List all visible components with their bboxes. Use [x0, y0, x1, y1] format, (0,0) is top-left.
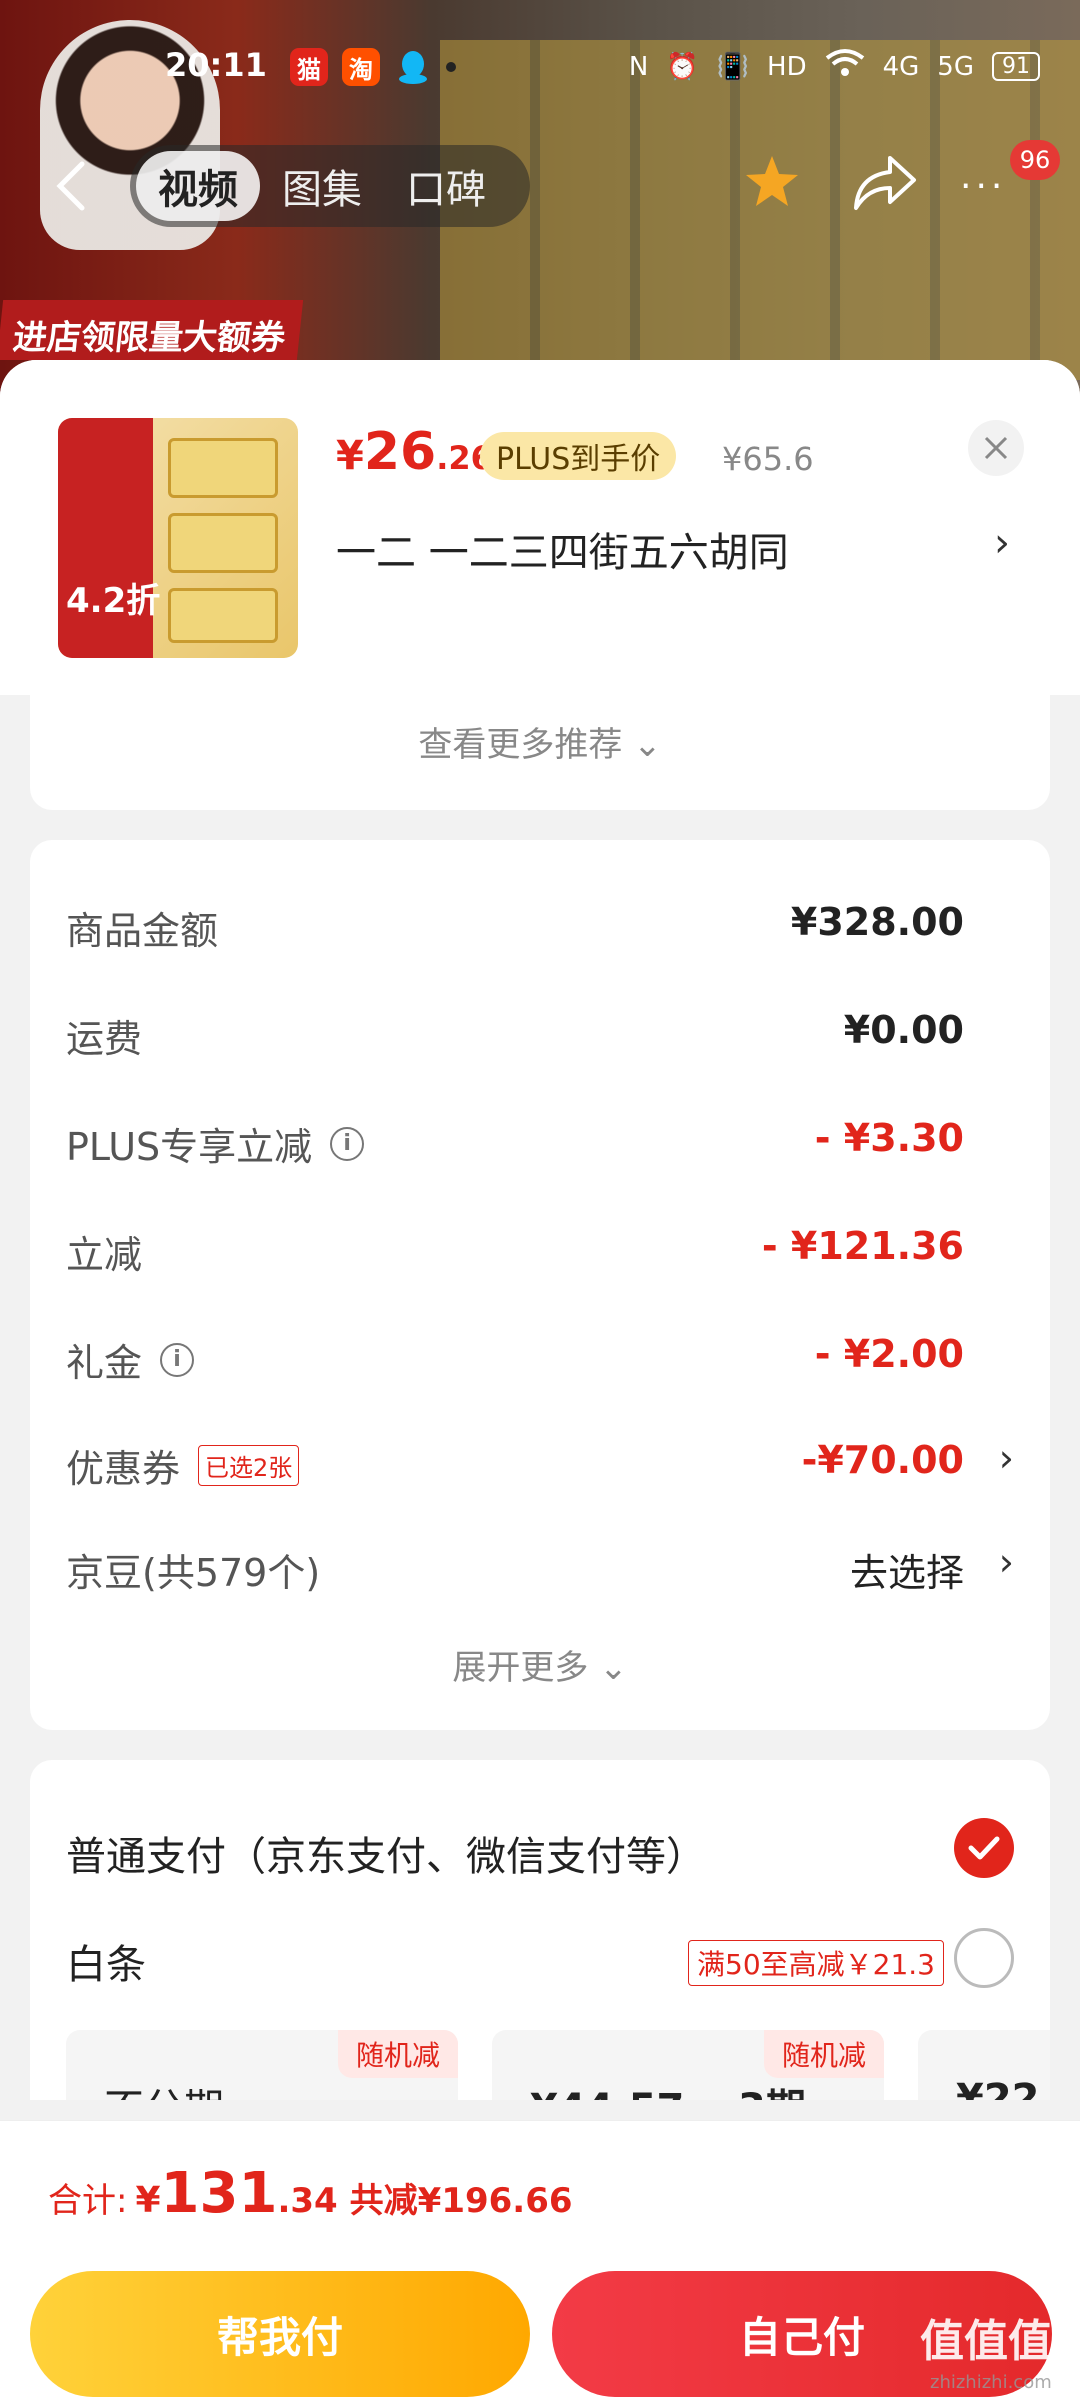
total-saved: 共减¥196.66 [349, 2181, 573, 2221]
payment-methods: 普通支付（京东支付、微信支付等） 白条 满50至高减￥21.3 随机减 不分期 … [30, 1760, 1050, 2100]
info-icon[interactable]: i [330, 1126, 365, 1161]
notification-dot-icon [446, 62, 456, 72]
vibrate-icon: 📳 [716, 51, 750, 82]
chevron-right-icon: › [998, 1436, 1014, 1480]
tab-gallery[interactable]: 图集 [260, 151, 384, 221]
tmall-icon: 猫 [290, 48, 328, 86]
see-more-recommendations[interactable]: 查看更多推荐 ⌄ [30, 717, 1050, 766]
payment-normal-radio[interactable] [954, 1818, 1014, 1878]
more-button[interactable]: ··· [960, 166, 1006, 207]
fee-row-jingdou[interactable]: 京豆(共579个) 去选择 › [66, 1532, 1014, 1602]
expand-more-button[interactable]: 展开更多 ⌄ [30, 1640, 1050, 1689]
signal-5g-icon: 5G [937, 51, 974, 82]
battery-icon: 91 [992, 52, 1040, 81]
thumbnail-discount: 4.2折 [66, 581, 161, 621]
fee-row-shipping: 运费 ¥0.00 [66, 1008, 964, 1061]
info-icon[interactable]: i [160, 1342, 195, 1377]
chevron-left-icon [56, 161, 85, 211]
status-app-icons: 猫 淘 [290, 48, 456, 86]
payment-baitiao-radio[interactable] [954, 1928, 1014, 1988]
status-time: 20:11 [165, 46, 267, 84]
message-badge: 96 [1010, 140, 1060, 180]
back-button[interactable] [52, 158, 96, 218]
promo-banner: 进店领限量大额券 [0, 300, 304, 360]
fee-row-goods: 商品金额 ¥328.00 [66, 900, 964, 953]
payment-normal-label[interactable]: 普通支付（京东支付、微信支付等） [66, 1824, 706, 1882]
coupon-count-badge: 已选2张 [198, 1445, 300, 1486]
original-price: ¥65.6 [722, 440, 814, 478]
recommend-section: 查看更多推荐 ⌄ [30, 695, 1050, 810]
plus-price-tag: PLUS到手价 [480, 432, 677, 480]
favorite-button[interactable] [742, 152, 802, 212]
fee-row-plus-discount: PLUS专享立减 i - ¥3.30 [66, 1116, 964, 1169]
installment-plan-none[interactable]: 随机减 不分期 [66, 2030, 458, 2100]
media-tabs: 视频 图集 口碑 [130, 145, 530, 227]
tab-video[interactable]: 视频 [136, 151, 260, 221]
star-icon [746, 156, 798, 206]
order-total: 合计: ¥ 131 .34 共减¥196.66 [48, 2161, 573, 2226]
share-button[interactable] [850, 150, 920, 216]
baitiao-promo-badge: 满50至高减￥21.3 [688, 1940, 944, 1986]
signal-4g-icon: 4G [882, 51, 920, 82]
qq-icon [394, 48, 432, 86]
installment-plan-3[interactable]: 随机减 ¥44.57 x 3期 [492, 2030, 884, 2100]
fee-breakdown: 商品金额 ¥328.00 运费 ¥0.00 PLUS专享立减 i - ¥3.30 … [30, 840, 1050, 1730]
product-title[interactable]: 一二 一二三四街五六胡同 [336, 520, 789, 578]
installment-plan-6[interactable]: ¥22 [918, 2030, 1050, 2100]
close-icon [984, 436, 1008, 460]
checkout-sheet: 4.2折 ¥ 26 .26 PLUS到手价 ¥65.6 一二 一二三四街五六胡同… [0, 360, 1080, 2400]
product-thumbnail[interactable]: 4.2折 [58, 418, 298, 658]
share-icon [854, 156, 916, 210]
watermark-logo: 值值值 [920, 2316, 1052, 2367]
media-nav-bar: 视频 图集 口碑 ··· 96 [0, 140, 1080, 230]
alarm-icon: ⏰ [666, 51, 699, 82]
hd-icon: HD [767, 51, 807, 82]
watermark-site: zhizhizhi.com [930, 2372, 1052, 2393]
status-bar: 20:11 猫 淘 N ⏰ 📳 HD 4G 5G 91 [0, 40, 1080, 100]
taobao-icon: 淘 [342, 48, 380, 86]
check-icon [968, 1836, 1000, 1860]
product-card: 4.2折 ¥ 26 .26 PLUS到手价 ¥65.6 一二 一二三四街五六胡同… [0, 360, 1080, 695]
help-me-pay-button[interactable]: 帮我付 [30, 2271, 530, 2397]
product-price: ¥ 26 .26 [336, 422, 493, 482]
nfc-icon: N [628, 51, 649, 82]
checkout-bottom-bar: 合计: ¥ 131 .34 共减¥196.66 帮我付 自己付 [0, 2120, 1080, 2400]
payment-baitiao-label[interactable]: 白条 [66, 1932, 146, 1990]
chevron-right-icon: › [998, 1540, 1014, 1584]
chevron-right-icon[interactable]: › [994, 520, 1010, 566]
fee-row-instant-discount: 立减 - ¥121.36 [66, 1224, 964, 1277]
tab-reviews[interactable]: 口碑 [384, 151, 508, 221]
status-indicators: N ⏰ 📳 HD 4G 5G 91 [629, 48, 1040, 85]
fee-row-coupon[interactable]: 优惠券 已选2张 -¥70.00 › [66, 1428, 1014, 1498]
fee-row-gift-cash: 礼金 i - ¥2.00 [66, 1332, 964, 1385]
close-button[interactable] [968, 420, 1024, 476]
wifi-icon [825, 48, 865, 85]
